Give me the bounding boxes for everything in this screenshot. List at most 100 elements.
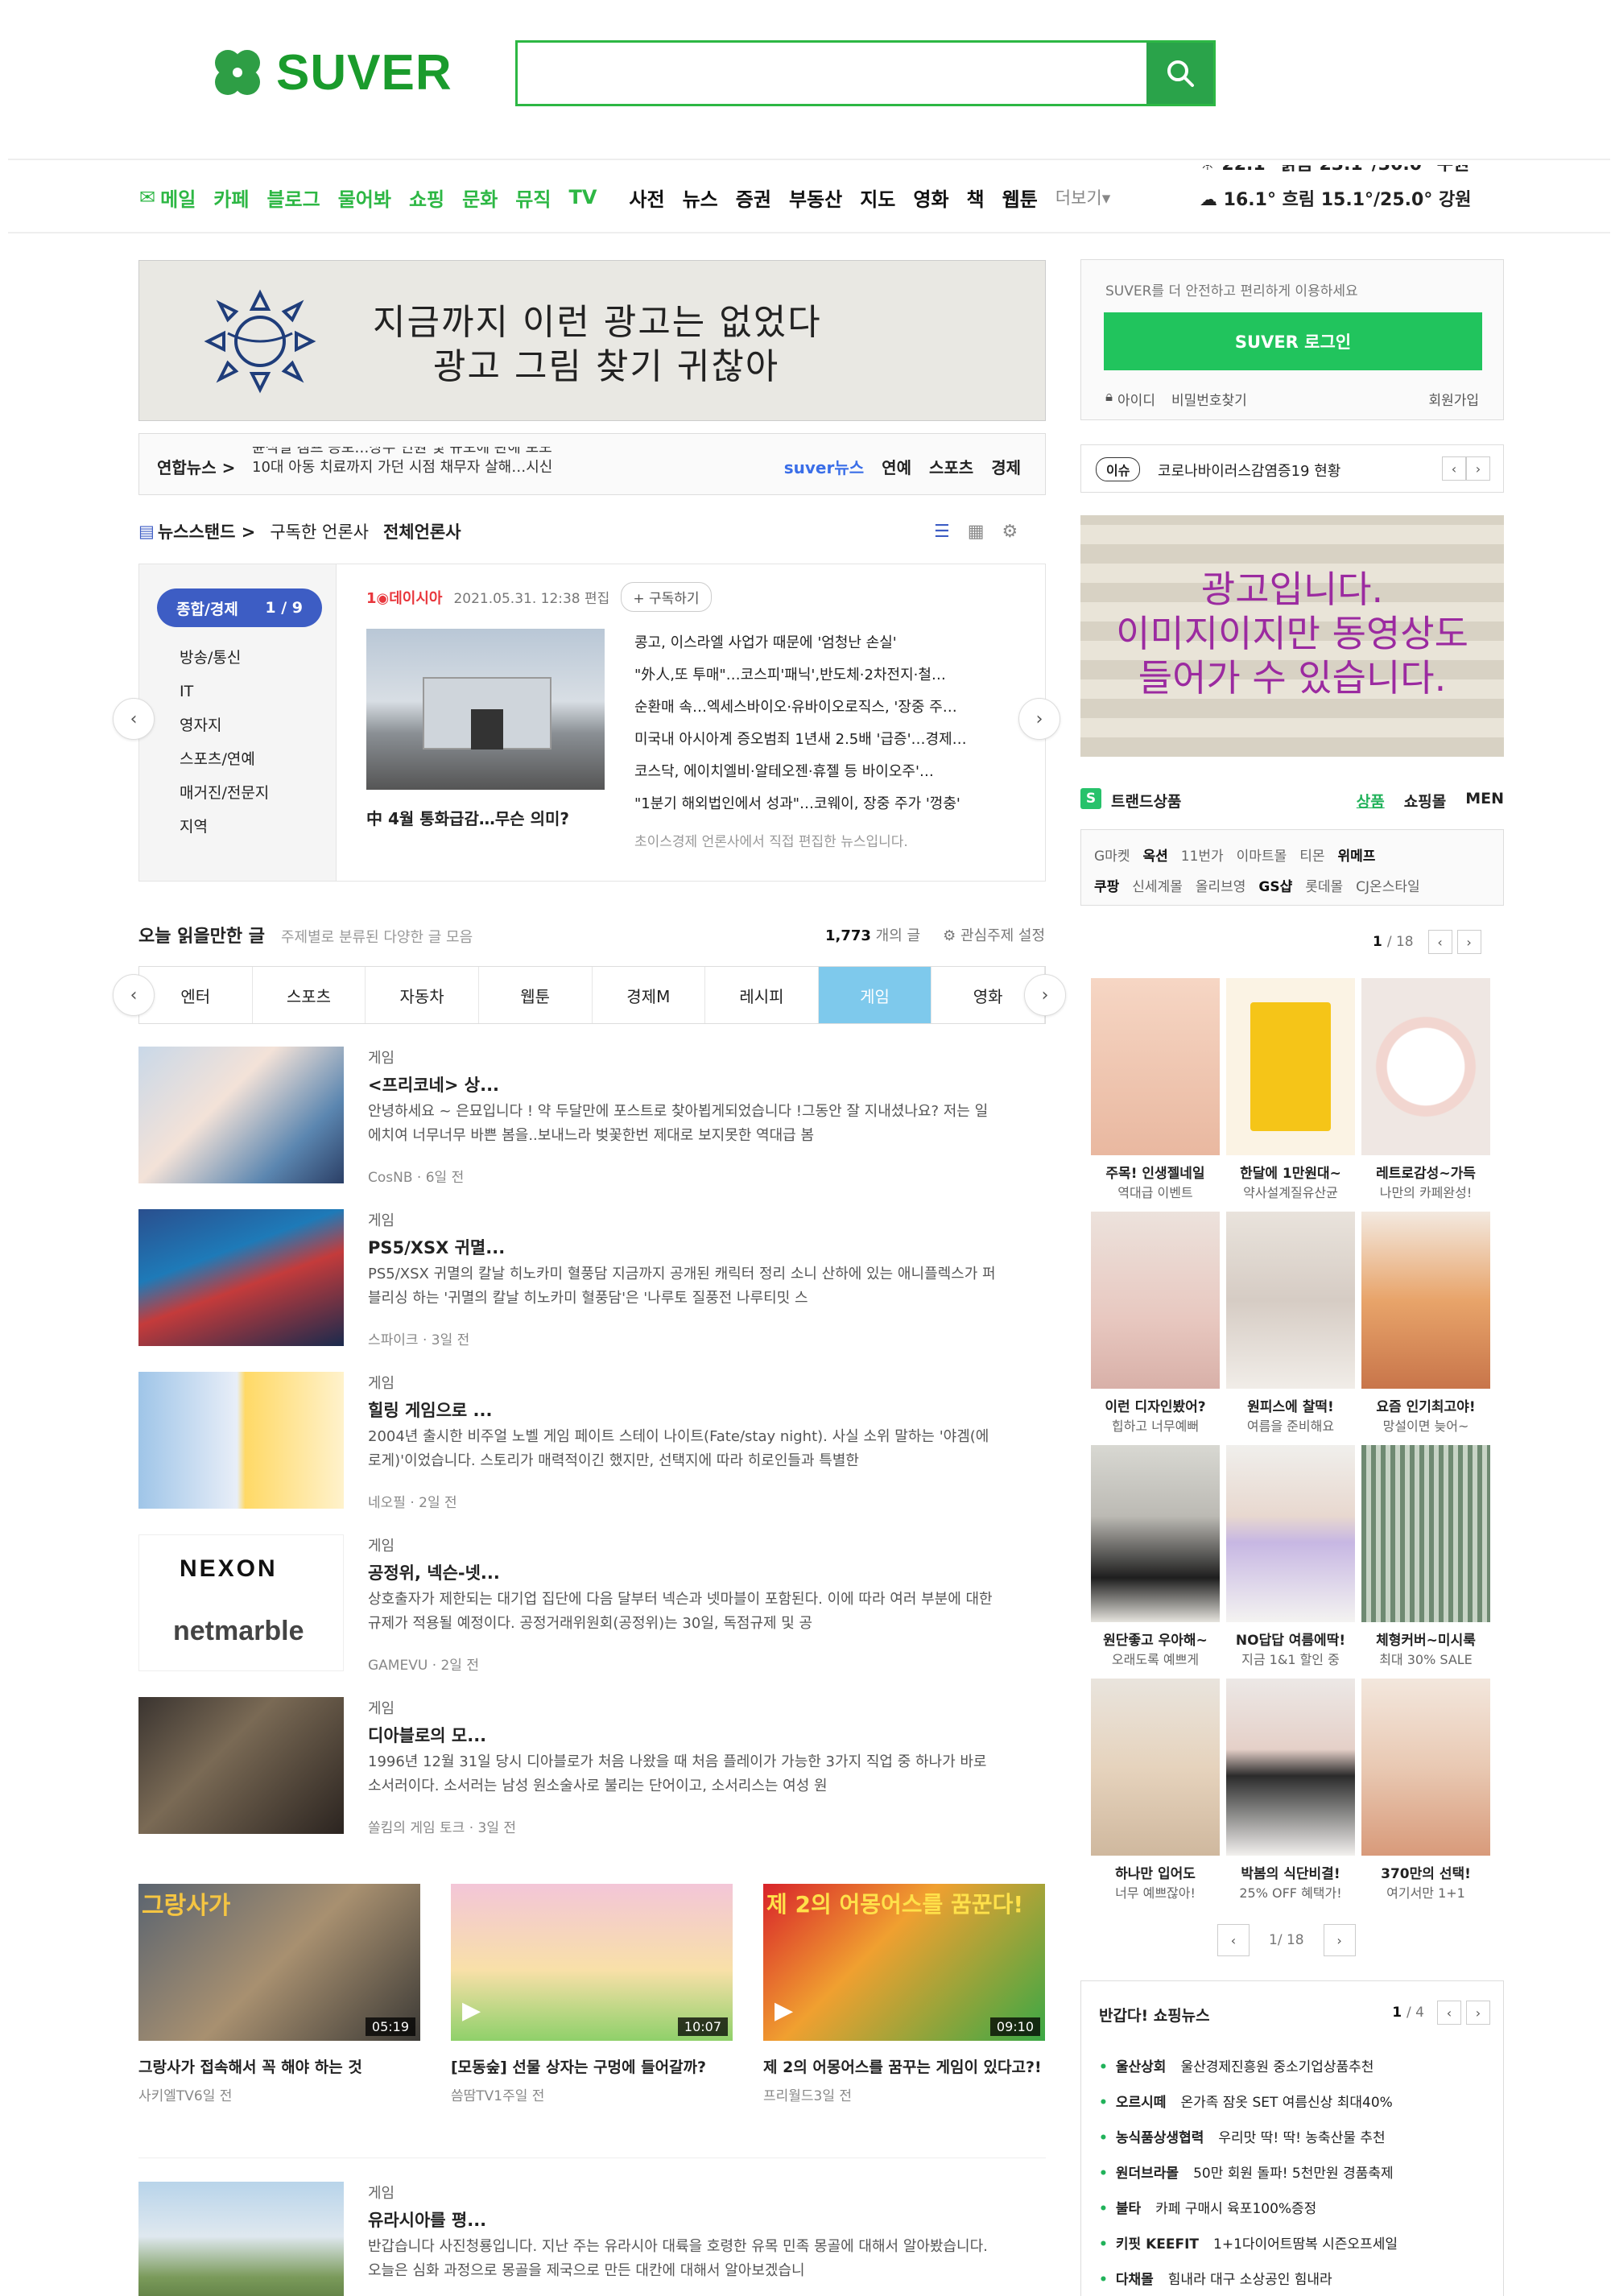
headline-item[interactable]: "1분기 해외법인에서 성과"…코웨이, 장중 주가 '껑충' — [634, 788, 967, 820]
video-thumbnail[interactable]: ▶ 10:07 — [451, 1884, 733, 2041]
product-card[interactable]: 요즘 인기최고야! 망설이면 늦어~ — [1361, 1212, 1490, 1435]
login-button[interactable]: SUVER 로그인 — [1104, 312, 1482, 370]
tab-entertainment[interactable]: 연예 — [882, 455, 911, 478]
product-card[interactable]: 하나만 입어도 너무 예쁘잖아! — [1091, 1679, 1220, 1902]
all-press[interactable]: 전체언론사 — [383, 519, 461, 543]
article-title[interactable]: 디아블로의 모... — [368, 1723, 486, 1747]
article-title[interactable]: 공정위, 넥슨-넷... — [368, 1560, 500, 1584]
article-thumbnail[interactable] — [138, 1209, 344, 1346]
product-card[interactable]: NO답답 여름에딱! 지금 1&1 할인 중 — [1226, 1445, 1355, 1668]
newsstand-title[interactable]: 뉴스스탠드 > — [158, 519, 256, 543]
article-thumbnail[interactable]: NEXON netmarble — [138, 1534, 344, 1671]
list-view-icon[interactable]: ☰ — [934, 522, 950, 542]
next-button[interactable]: › — [1018, 698, 1060, 740]
article-thumbnail[interactable] — [138, 1372, 344, 1509]
nav-shopping[interactable]: 쇼핑 — [409, 184, 444, 212]
category-item[interactable]: 지역 — [180, 810, 269, 844]
search-input[interactable] — [515, 40, 1216, 106]
nav-blog[interactable]: 블로그 — [266, 184, 320, 212]
product-card[interactable]: 박봄의 식단비결! 25% OFF 혜택가! — [1226, 1679, 1355, 1902]
article-title[interactable]: 유라시아를 평... — [368, 2207, 486, 2232]
tab-entertainment[interactable]: 엔터 — [139, 967, 253, 1023]
video-thumbnail[interactable]: 그랑사가 05:19 — [138, 1884, 420, 2041]
article-title[interactable]: 힐링 게임으로 ... — [368, 1398, 492, 1422]
mall-link[interactable]: 옥션 — [1142, 844, 1167, 865]
tab-car[interactable]: 자동차 — [366, 967, 479, 1023]
product-card[interactable]: 레트로감성~가득 나만의 카페완성! — [1361, 978, 1490, 1201]
tab-products[interactable]: 상품 — [1357, 790, 1385, 811]
nav-culture[interactable]: 문화 — [462, 184, 498, 212]
press-logo[interactable]: 1◉데이시아 — [366, 587, 442, 608]
prev-button[interactable]: ‹ — [113, 698, 155, 740]
shop-news-prev-button[interactable]: ‹ — [1437, 2001, 1461, 2025]
tabs-prev-button[interactable]: ‹ — [113, 974, 155, 1016]
news-photo-caption[interactable]: 中 4월 통화급감…무슨 의미? — [366, 806, 569, 829]
grid-view-icon[interactable]: ▦ — [968, 522, 985, 542]
right-ad-banner[interactable]: 광고입니다. 이미지이지만 동영상도 들어가 수 있습니다. — [1080, 515, 1504, 757]
nav-news[interactable]: 뉴스 — [683, 184, 718, 212]
tab-men[interactable]: MEN — [1465, 790, 1504, 811]
tab-economy[interactable]: 경제 — [991, 455, 1021, 478]
headline-item[interactable]: 미국내 아시아계 증오범죄 1년새 2.5배 '급증'…경제… — [634, 724, 967, 756]
category-item[interactable]: 스포츠/연예 — [180, 742, 269, 776]
video-title[interactable]: 제 2의 어몽어스를 꿈꾸는 게임이 있다고?! — [763, 2055, 1045, 2079]
mall-link[interactable]: G마켓 — [1094, 844, 1130, 865]
article-item[interactable]: 게임 유라시아를 평... 반갑습니다 사진청룡입니다. 지난 주는 유라시아 … — [138, 2182, 1046, 2296]
product-image[interactable] — [1226, 1445, 1355, 1622]
mall-link[interactable]: GS샵 — [1258, 875, 1292, 895]
product-card[interactable]: 이런 디자인봤어? 힙하고 너무예뻐 — [1091, 1212, 1220, 1435]
issue-next-button[interactable]: › — [1466, 456, 1490, 481]
find-id-link[interactable]: 아이디 — [1117, 389, 1155, 409]
shop-news-item[interactable]: • 오르시떼 온가족 잠옷 SET 여름신상 최대40% — [1099, 2085, 1398, 2120]
nav-more[interactable]: 더보기▾ — [1055, 185, 1111, 209]
nav-cafe[interactable]: 카페 — [213, 184, 249, 212]
article-thumbnail[interactable] — [138, 1047, 344, 1183]
mall-link[interactable]: 이마트몰 — [1237, 844, 1287, 865]
tab-sports[interactable]: 스포츠 — [253, 967, 366, 1023]
nav-mail[interactable]: 메일 — [160, 184, 196, 212]
news-headline-rolling[interactable]: 윤석열 캠프 공보…상주 인원 및 규모에 관해 보도 10대 아동 치료까지 … — [252, 447, 751, 484]
video-card[interactable]: 그랑사가 05:19 그랑사가 접속해서 꼭 해야 하는 것 사키엘TV6일 전 — [138, 1884, 420, 2104]
product-card[interactable]: 한달에 1만원대~ 약사설계질유산균 — [1226, 978, 1355, 1201]
nav-movie[interactable]: 영화 — [913, 184, 948, 212]
tab-recipe[interactable]: 레시피 — [705, 967, 819, 1023]
product-image[interactable] — [1361, 1212, 1490, 1389]
nav-tv[interactable]: TV — [568, 186, 597, 209]
headline-item[interactable]: 코스닥, 에이치엘비·알테오젠·휴젤 등 바이오주'… — [634, 756, 967, 788]
product-image[interactable] — [1361, 978, 1490, 1155]
product-card[interactable]: 원피스에 찰떡! 여름을 준비해요 — [1226, 1212, 1355, 1435]
nav-map[interactable]: 지도 — [860, 184, 895, 212]
nav-realestate[interactable]: 부동산 — [789, 184, 842, 212]
article-thumbnail[interactable] — [138, 1697, 344, 1834]
news-source[interactable]: 연합뉴스 > — [157, 455, 235, 478]
mall-link[interactable]: 쿠팡 — [1094, 875, 1119, 895]
weather-widget[interactable]: ☀ 22.1° 맑음 23.1°/30.0° 수원 ☁ 16.1° 흐림 15.… — [1200, 165, 1473, 221]
article-title[interactable]: <프리코네> 상... — [368, 1072, 499, 1096]
video-title[interactable]: [모동숲] 선물 상자는 구멍에 들어갈까? — [451, 2055, 733, 2079]
article-item[interactable]: 게임 <프리코네> 상... 안녕하세요 ~ 은묘입니다 ! 약 두달만에 포스… — [138, 1047, 1046, 1187]
nav-ask[interactable]: 물어봐 — [338, 184, 391, 212]
article-title[interactable]: PS5/XSX 귀멸... — [368, 1235, 505, 1259]
article-item[interactable]: 게임 PS5/XSX 귀멸... PS5/XSX 귀멸의 칼날 히노카미 혈풍담… — [138, 1209, 1046, 1350]
shop-news-item[interactable]: • 농식품상생협력 우리맛 딱! 딱! 농축산물 추천 — [1099, 2120, 1398, 2156]
gear-icon[interactable]: ⚙ — [1002, 522, 1018, 542]
product-card[interactable]: 원단좋고 우아해~ 오래도록 예쁘게 — [1091, 1445, 1220, 1668]
shop-news-item[interactable]: • 울산상회 울산경제진흥원 중소기업상품추천 — [1099, 2050, 1398, 2085]
tab-sports[interactable]: 스포츠 — [929, 455, 973, 478]
product-next-button[interactable]: › — [1323, 1924, 1356, 1956]
headline-item[interactable]: "外人,또 투매"…코스피'패닉',반도체·2차전지·철… — [634, 659, 967, 692]
category-item[interactable]: IT — [180, 675, 269, 708]
product-image[interactable] — [1226, 1679, 1355, 1856]
tabs-next-button[interactable]: › — [1024, 974, 1066, 1016]
product-image[interactable] — [1091, 1445, 1220, 1622]
signup-link[interactable]: 회원가입 — [1428, 389, 1479, 409]
category-item[interactable]: 영자지 — [180, 708, 269, 742]
nav-book[interactable]: 책 — [967, 184, 985, 212]
search-button[interactable] — [1146, 43, 1213, 104]
news-photo[interactable] — [366, 629, 605, 790]
product-image[interactable] — [1091, 1679, 1220, 1856]
top-ad-banner[interactable]: 지금까지 이런 광고는 없었다 광고 그림 찾기 귀찮아 — [138, 260, 1046, 421]
shop-news-item[interactable]: • 키핏 KEEFIT 1+1다이어트땀복 시즌오프세일 — [1099, 2227, 1398, 2262]
mall-link[interactable]: 롯데몰 — [1305, 875, 1343, 895]
category-active[interactable]: 종합/경제 1 / 9 — [157, 588, 322, 627]
